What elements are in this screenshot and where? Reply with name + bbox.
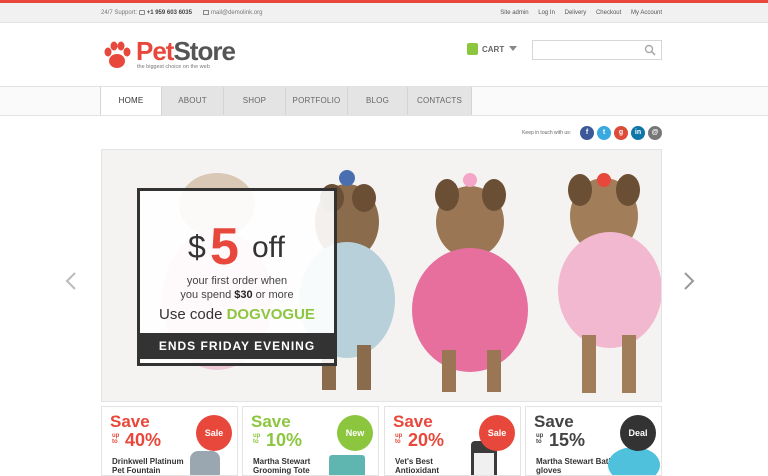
promo-card[interactable]: Save up to 40% Drinkwell Platinum Pet Fo… <box>101 406 238 476</box>
link-checkout[interactable]: Checkout <box>596 10 621 16</box>
deal-badge: Deal <box>620 415 656 451</box>
card-percent: 40% <box>125 430 162 450</box>
link-site-admin[interactable]: Site admin <box>500 10 528 16</box>
promo-line-1: your first order when <box>186 275 288 287</box>
sale-badge: Sale <box>479 415 515 451</box>
cart-label: CART <box>482 45 505 54</box>
sale-badge: Sale <box>196 415 232 451</box>
card-percent: 10% <box>266 430 303 450</box>
phone-icon <box>138 10 145 15</box>
shopping-bag-icon <box>467 43 478 55</box>
tab-blog[interactable]: BLOG <box>348 87 408 115</box>
promo-card[interactable]: Save up to 10% Martha Stewart Grooming T… <box>242 406 379 476</box>
promo-code: DOGVOGUE <box>226 306 315 323</box>
facebook-icon[interactable]: f <box>580 125 594 140</box>
search-input[interactable] <box>532 40 662 60</box>
promo-code-line: Use code DOGVOGUE <box>140 306 334 323</box>
card-save-label: Save <box>251 412 291 431</box>
top-bar: 24/7 Support: +1 959 603 6035 mail@demol… <box>0 3 768 23</box>
twitter-icon[interactable]: t <box>597 125 611 140</box>
tab-portfolio[interactable]: PORTFOLIO <box>286 87 348 115</box>
main-nav: HOME ABOUT SHOP PORTFOLIO BLOG CONTACTS <box>100 87 472 115</box>
promo-card[interactable]: Save up to 15% Martha Stewart Bath glove… <box>525 406 662 476</box>
paw-logo-icon[interactable] <box>101 40 133 72</box>
social-bar: Keep in touch with us: f t g in @ <box>522 125 662 140</box>
card-percent: 20% <box>408 430 445 450</box>
link-log-in[interactable]: Log In <box>538 10 555 16</box>
tab-about[interactable]: ABOUT <box>162 87 224 115</box>
email-icon[interactable]: @ <box>648 125 662 140</box>
promo-off: off <box>252 231 285 264</box>
top-links: Site admin Log In Delivery Checkout My A… <box>492 10 662 16</box>
promo-line-2-suffix: or more <box>252 289 294 301</box>
social-label: Keep in touch with us: <box>522 129 571 136</box>
search-icon[interactable] <box>644 44 656 56</box>
mail-icon <box>203 10 209 15</box>
card-upto-label: up to <box>395 433 403 445</box>
support-info: 24/7 Support: +1 959 603 6035 <box>101 10 192 16</box>
card-percent: 15% <box>549 430 586 450</box>
promo-card[interactable]: Save up to 20% Vet's Best Antioxidant Sa… <box>384 406 521 476</box>
slider-next-arrow-icon[interactable] <box>682 271 696 291</box>
card-save-label: Save <box>393 412 433 431</box>
logo-text-store: Store <box>173 36 235 66</box>
promo-box: $ 5 off your first order when you spend … <box>137 188 337 366</box>
support-phone: +1 959 603 6035 <box>146 10 192 16</box>
promo-line-2: you spend $30 or more <box>140 289 334 301</box>
cart-button[interactable]: CART <box>467 43 518 55</box>
promo-line-2-amount: $30 <box>234 289 253 301</box>
chevron-down-icon <box>509 46 518 51</box>
promo-amount: 5 <box>210 218 239 276</box>
slider-prev-arrow-icon[interactable] <box>64 271 78 291</box>
card-upto-label: up to <box>253 433 261 445</box>
support-email[interactable]: mail@demolink.org <box>211 10 262 16</box>
logo-tagline: the biggest choice on the web <box>137 64 210 70</box>
new-badge: New <box>337 415 373 451</box>
promo-cards: Save up to 40% Drinkwell Platinum Pet Fo… <box>101 406 662 476</box>
tab-home[interactable]: HOME <box>100 87 162 115</box>
promo-banner: ENDS FRIDAY EVENING <box>137 333 337 359</box>
linkedin-icon[interactable]: in <box>631 125 645 140</box>
promo-code-label: Use code <box>159 306 227 323</box>
card-save-label: Save <box>534 412 574 431</box>
support-label: 24/7 Support: <box>101 10 138 16</box>
email-info: mail@demolink.org <box>203 10 262 16</box>
promo-currency: $ <box>188 229 206 265</box>
hero-slider[interactable]: $ 5 off your first order when you spend … <box>101 149 662 402</box>
card-save-label: Save <box>110 412 150 431</box>
google-plus-icon[interactable]: g <box>614 125 628 140</box>
tab-shop[interactable]: SHOP <box>224 87 286 115</box>
logo-wordmark[interactable]: PetStore <box>136 36 236 67</box>
promo-line-2-prefix: you spend <box>180 289 235 301</box>
logo-text-pet: Pet <box>136 36 174 66</box>
tab-contacts[interactable]: CONTACTS <box>408 87 472 115</box>
link-my-account[interactable]: My Account <box>631 10 662 16</box>
card-upto-label: up to <box>536 433 544 445</box>
card-upto-label: up to <box>112 433 120 445</box>
link-delivery[interactable]: Delivery <box>565 10 587 16</box>
